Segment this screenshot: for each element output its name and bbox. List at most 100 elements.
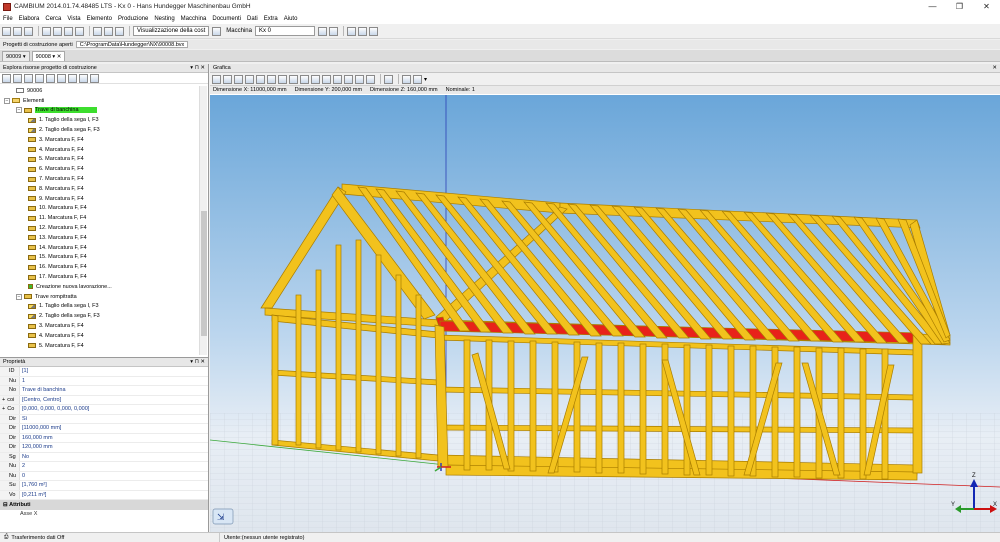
- tree-item[interactable]: 90006: [0, 86, 199, 96]
- transfer-status[interactable]: ⎙ Trasferimento dati Off: [0, 533, 220, 542]
- display-settings-icon[interactable]: [413, 74, 422, 84]
- tree-item[interactable]: 6. Marcatura F, F4: [0, 164, 199, 174]
- property-row[interactable]: Su [1,760 m²]: [0, 481, 208, 491]
- tree-item[interactable]: 12. Marcatura F, F4: [0, 223, 199, 233]
- menu-documenti[interactable]: Documenti: [212, 16, 241, 22]
- view-mode-button[interactable]: ⇲: [212, 508, 234, 525]
- view-settings-icon[interactable]: [212, 26, 222, 36]
- tree-item[interactable]: 9. Marcatura F, F4: [0, 194, 199, 204]
- view-iso-icon[interactable]: [300, 74, 309, 84]
- tree-expander-icon[interactable]: −: [4, 97, 10, 104]
- menu-nesting[interactable]: Nesting: [154, 16, 174, 22]
- expand-icon[interactable]: +: [2, 406, 5, 412]
- import-icon[interactable]: [93, 26, 102, 36]
- tree-item[interactable]: 16. Marcatura F, F4: [0, 262, 199, 272]
- tree-item[interactable]: 15. Marcatura F, F4: [0, 253, 199, 263]
- tree-item[interactable]: 13. Marcatura F, F4: [0, 233, 199, 243]
- rotate-icon[interactable]: [366, 74, 375, 84]
- zoom-window-icon[interactable]: [344, 74, 353, 84]
- property-row[interactable]: + Co [0,000, 0,000, 0,000, 0,000]: [0, 405, 208, 415]
- scrollbar-thumb[interactable]: [201, 211, 207, 336]
- view-bottom-icon[interactable]: [289, 74, 298, 84]
- paste-icon[interactable]: [64, 26, 73, 36]
- move-element-icon[interactable]: [35, 73, 44, 83]
- property-row[interactable]: Nu 2: [0, 462, 208, 472]
- tree-item[interactable]: 14. Marcatura F, F4: [0, 243, 199, 253]
- view-iso-icon[interactable]: [311, 74, 320, 84]
- copy-icon[interactable]: [53, 26, 62, 36]
- 3d-viewport[interactable]: Z X Y ⇲: [210, 95, 1000, 532]
- property-row[interactable]: Nu 0: [0, 471, 208, 481]
- add-element-icon[interactable]: [57, 73, 66, 83]
- tree-item[interactable]: 5. Marcatura F, F4: [0, 341, 199, 351]
- machine-tool-icon[interactable]: [328, 26, 338, 36]
- report-icon[interactable]: [357, 26, 367, 36]
- zoom-icon[interactable]: [322, 74, 331, 84]
- property-row[interactable]: Dir 160,000 mm: [0, 433, 208, 443]
- property-row[interactable]: Dir 120,000 mm: [0, 443, 208, 453]
- tree-item[interactable]: 2. Taglio della sega F, F3: [0, 311, 199, 321]
- property-row[interactable]: Dir [11000,000 mm]: [0, 424, 208, 434]
- menu-cerca[interactable]: Cerca: [45, 16, 61, 22]
- chevron-down-icon[interactable]: ▾: [424, 76, 427, 83]
- machine-icon[interactable]: [384, 74, 393, 84]
- tree-item[interactable]: 2. Taglio della sega F, F3: [0, 125, 199, 135]
- select-pointer-icon[interactable]: [212, 74, 221, 84]
- tab-90008[interactable]: 90008 ▾ ✕: [31, 51, 66, 61]
- menu-vista[interactable]: Vista: [67, 16, 80, 22]
- move-element-icon[interactable]: [46, 73, 55, 83]
- attributes-group[interactable]: ⊟ Attributi: [0, 500, 208, 510]
- tree-item[interactable]: 7. Marcatura F, F4: [0, 174, 199, 184]
- menu-elemento[interactable]: Elemento: [87, 16, 112, 22]
- project-path[interactable]: C:\ProgramData\Hundegger\NX\90008.bvx: [75, 41, 189, 48]
- add-element-icon[interactable]: [79, 73, 88, 83]
- arrow-up-icon[interactable]: [13, 73, 22, 83]
- panel-pin-close-icon[interactable]: ▾ ⊓ ✕: [190, 359, 208, 365]
- delete-icon[interactable]: [75, 26, 84, 36]
- tree-item[interactable]: 17. Marcatura F, F4: [0, 272, 199, 282]
- menu-elabora[interactable]: Elabora: [19, 16, 40, 22]
- property-row[interactable]: Vo [0,211 m³]: [0, 490, 208, 500]
- info-icon[interactable]: [368, 26, 378, 36]
- graphics-close-icon[interactable]: ✕: [992, 65, 1000, 71]
- tree-item[interactable]: 11. Marcatura F, F4: [0, 213, 199, 223]
- new-file-icon[interactable]: [2, 26, 11, 36]
- menu-produzione[interactable]: Produzione: [118, 16, 148, 22]
- tree-item[interactable]: − Elementi: [0, 96, 199, 106]
- lightbulb-icon[interactable]: [402, 74, 411, 84]
- property-row[interactable]: Sg No: [0, 452, 208, 462]
- maximize-button[interactable]: ❐: [946, 0, 973, 13]
- pin-icon[interactable]: [90, 73, 99, 83]
- tree-item[interactable]: − Trave di banchina: [0, 106, 199, 116]
- property-row[interactable]: + coi [Centro, Centro]: [0, 395, 208, 405]
- zoom-fit-icon[interactable]: [333, 74, 342, 84]
- pan-icon[interactable]: [355, 74, 364, 84]
- view-back-icon[interactable]: [245, 74, 254, 84]
- tree-item[interactable]: 3. Marcatura F, F4: [0, 135, 199, 145]
- view-front-icon[interactable]: [234, 74, 243, 84]
- home-view-icon[interactable]: [223, 74, 232, 84]
- cut-icon[interactable]: [42, 26, 51, 36]
- menu-macchina[interactable]: Macchina: [181, 16, 207, 22]
- minimize-button[interactable]: —: [919, 0, 946, 13]
- tree-item[interactable]: 3. Marcatura F, F4: [0, 321, 199, 331]
- arrow-down-icon[interactable]: [2, 73, 11, 83]
- view-mode-select[interactable]: Visualizzazione della cost: [133, 26, 210, 36]
- tree-item[interactable]: 4. Marcatura F, F4: [0, 331, 199, 341]
- disabled-icon[interactable]: [24, 73, 33, 83]
- view-top-icon[interactable]: [278, 74, 287, 84]
- tree-expander-icon[interactable]: −: [16, 107, 22, 114]
- property-row[interactable]: No Trave di banchina: [0, 386, 208, 396]
- list-icon[interactable]: [346, 26, 356, 36]
- tree-item[interactable]: 4. Marcatura F, F4: [0, 145, 199, 155]
- menu-extra[interactable]: Extra: [264, 16, 278, 22]
- print-icon[interactable]: [115, 26, 124, 36]
- close-button[interactable]: ✕: [973, 0, 1000, 13]
- property-row[interactable]: ID [1]: [0, 367, 208, 377]
- timber-frame-3d-view[interactable]: Z X Y ⇲: [210, 95, 1000, 532]
- transfer-icon[interactable]: [317, 26, 327, 36]
- menu-file[interactable]: File: [3, 16, 13, 22]
- expand-icon[interactable]: +: [2, 397, 5, 403]
- tree-item[interactable]: 10. Marcatura F, F4: [0, 204, 199, 214]
- tree-item[interactable]: Creazione nuova lavorazione...: [0, 282, 199, 292]
